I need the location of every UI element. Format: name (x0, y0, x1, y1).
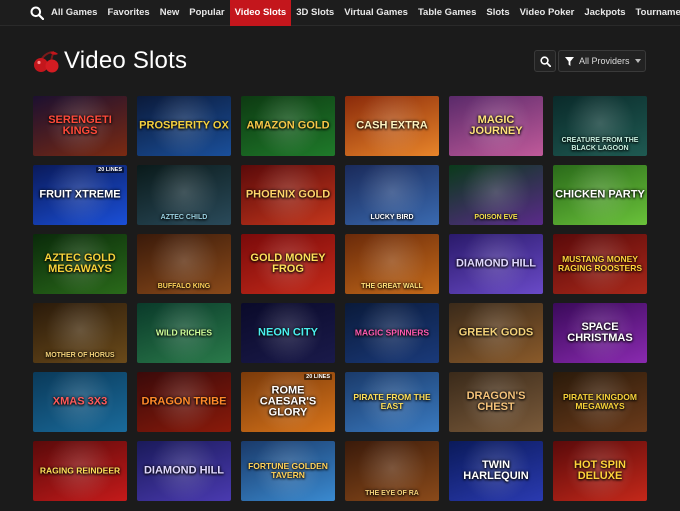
lines-badge: 20 LINES (96, 167, 124, 173)
game-tile[interactable]: FORTUNE GOLDEN TAVERN (241, 441, 335, 501)
game-tile[interactable]: MAGIC SPINNERS (345, 303, 439, 363)
game-title: LUCKY BIRD (370, 214, 414, 221)
game-title: CASH EXTRA (356, 119, 428, 132)
game-tile[interactable]: WILD RICHES (137, 303, 231, 363)
game-tile[interactable]: POISON EVE (449, 165, 543, 225)
game-tile[interactable]: FRUIT XTREME 20 LINES (33, 165, 127, 225)
game-tile[interactable]: AZTEC GOLD MEGAWAYS (33, 234, 127, 294)
game-tile[interactable]: NEON CITY (241, 303, 335, 363)
game-tile[interactable]: GOLD MONEY FROG (241, 234, 335, 294)
game-title: PIRATE KINGDOM MEGAWAYS (563, 392, 637, 411)
game-tile[interactable]: MAGIC JOURNEY (449, 96, 543, 156)
provider-filter-label: All Providers (579, 56, 630, 66)
filter-icon (565, 56, 574, 66)
nav-item-video-slots[interactable]: Video Slots (229, 0, 292, 26)
nav-item-3d-slots[interactable]: 3D Slots (291, 0, 339, 26)
game-tile[interactable]: SERENGETI KINGS (33, 96, 127, 156)
game-title: POISON EVE (474, 214, 518, 221)
nav-item-video-poker[interactable]: Video Poker (515, 0, 580, 26)
game-tile[interactable]: CASH EXTRA (345, 96, 439, 156)
nav-item-table-games[interactable]: Table Games (413, 0, 481, 26)
lines-badge: 20 LINES (304, 374, 332, 380)
game-search-button[interactable] (534, 50, 556, 72)
game-title: GREEK GODS (458, 326, 534, 339)
game-title: TWIN HARLEQUIN (463, 459, 529, 482)
game-title: GOLD MONEY FROG (250, 252, 326, 275)
game-tile[interactable]: HOT SPIN DELUXE (553, 441, 647, 501)
game-tile[interactable]: LUCKY BIRD (345, 165, 439, 225)
nav-item-popular[interactable]: Popular (184, 0, 229, 26)
nav-item-jackpots[interactable]: Jackpots (579, 0, 630, 26)
search-icon[interactable] (30, 0, 44, 26)
game-tile[interactable]: CREATURE FROM THE BLACK LAGOON (553, 96, 647, 156)
nav-items: All Games Favorites New Popular Video Slots 3… (46, 0, 680, 26)
game-title: DRAGON'S CHEST (466, 390, 526, 413)
game-title: FRUIT XTREME (39, 188, 121, 201)
nav-item-slots[interactable]: Slots (481, 0, 514, 26)
game-title: AZTEC CHILD (160, 214, 208, 221)
game-tile[interactable]: AZTEC CHILD (137, 165, 231, 225)
game-tile[interactable]: PIRATE KINGDOM MEGAWAYS (553, 372, 647, 432)
game-title: THE EYE OF RA (365, 490, 419, 497)
provider-filter-dropdown[interactable]: All Providers (558, 50, 646, 72)
game-tile[interactable]: XMAS 3X3 (33, 372, 127, 432)
game-tile[interactable]: GREEK GODS (449, 303, 543, 363)
game-title: AMAZON GOLD (246, 119, 330, 132)
search-icon (539, 55, 551, 67)
game-title: XMAS 3X3 (52, 395, 108, 408)
cherries-icon (32, 50, 62, 74)
game-title: WILD RICHES (155, 327, 213, 338)
game-tile[interactable]: AMAZON GOLD (241, 96, 335, 156)
game-title: PROSPERITY OX (139, 119, 229, 132)
game-title: PHOENIX GOLD (245, 188, 331, 201)
game-tile[interactable]: PIRATE FROM THE EAST (345, 372, 439, 432)
game-tile[interactable]: DRAGON TRIBE (137, 372, 231, 432)
nav-item-new[interactable]: New (155, 0, 185, 26)
game-tile[interactable]: TWIN HARLEQUIN (449, 441, 543, 501)
game-tile[interactable]: DRAGON'S CHEST (449, 372, 543, 432)
game-title: ROME CAESAR'S GLORY (259, 384, 317, 419)
game-title: SERENGETI KINGS (48, 114, 112, 137)
game-tile[interactable]: DIAMOND HILL (137, 441, 231, 501)
game-title: MAGIC SPINNERS (354, 327, 430, 338)
nav-item-virtual-games[interactable]: Virtual Games (339, 0, 413, 26)
game-title: MAGIC JOURNEY (469, 114, 523, 137)
game-tile[interactable]: RAGING REINDEER (33, 441, 127, 501)
game-title: DIAMOND HILL (455, 257, 537, 270)
game-title: PIRATE FROM THE EAST (353, 392, 431, 411)
game-title: NEON CITY (258, 326, 318, 339)
game-title: DRAGON TRIBE (141, 395, 227, 408)
game-title: BUFFALO KING (157, 283, 211, 290)
nav-item-all-games[interactable]: All Games (46, 0, 102, 26)
game-tile[interactable]: THE EYE OF RA (345, 441, 439, 501)
game-tile[interactable]: CHICKEN PARTY (553, 165, 647, 225)
section-header: Video Slots All Providers (32, 44, 648, 80)
top-navigation: All Games Favorites New Popular Video Slots 3… (0, 0, 680, 26)
page-title: Video Slots (64, 47, 188, 74)
game-tile[interactable]: DIAMOND HILL (449, 234, 543, 294)
game-tile[interactable]: BUFFALO KING (137, 234, 231, 294)
game-title: THE GREAT WALL (361, 283, 423, 290)
game-title: HOT SPIN DELUXE (574, 459, 626, 482)
game-title: DIAMOND HILL (143, 464, 225, 477)
game-title: FORTUNE GOLDEN TAVERN (248, 461, 328, 480)
game-title: RAGING REINDEER (39, 465, 121, 476)
game-tile[interactable]: ROME CAESAR'S GLORY 20 LINES (241, 372, 335, 432)
game-tile[interactable]: MOTHER OF HORUS (33, 303, 127, 363)
game-tile[interactable]: THE GREAT WALL (345, 234, 439, 294)
game-tile[interactable]: SPACE CHRISTMAS (553, 303, 647, 363)
game-title: CREATURE FROM THE BLACK LAGOON (561, 137, 639, 152)
game-title: SPACE CHRISTMAS (567, 321, 633, 344)
game-title: MOTHER OF HORUS (45, 352, 115, 359)
nav-item-tournaments[interactable]: Tournaments (631, 0, 680, 26)
game-title: AZTEC GOLD MEGAWAYS (44, 252, 116, 275)
game-title: CHICKEN PARTY (555, 188, 645, 201)
game-title: MUSTANG MONEY RAGING ROOSTERS (557, 254, 643, 273)
game-tile[interactable]: MUSTANG MONEY RAGING ROOSTERS (553, 234, 647, 294)
chevron-down-icon (634, 59, 641, 63)
game-tile[interactable]: PHOENIX GOLD (241, 165, 335, 225)
nav-item-favorites[interactable]: Favorites (102, 0, 154, 26)
game-tile[interactable]: PROSPERITY OX (137, 96, 231, 156)
